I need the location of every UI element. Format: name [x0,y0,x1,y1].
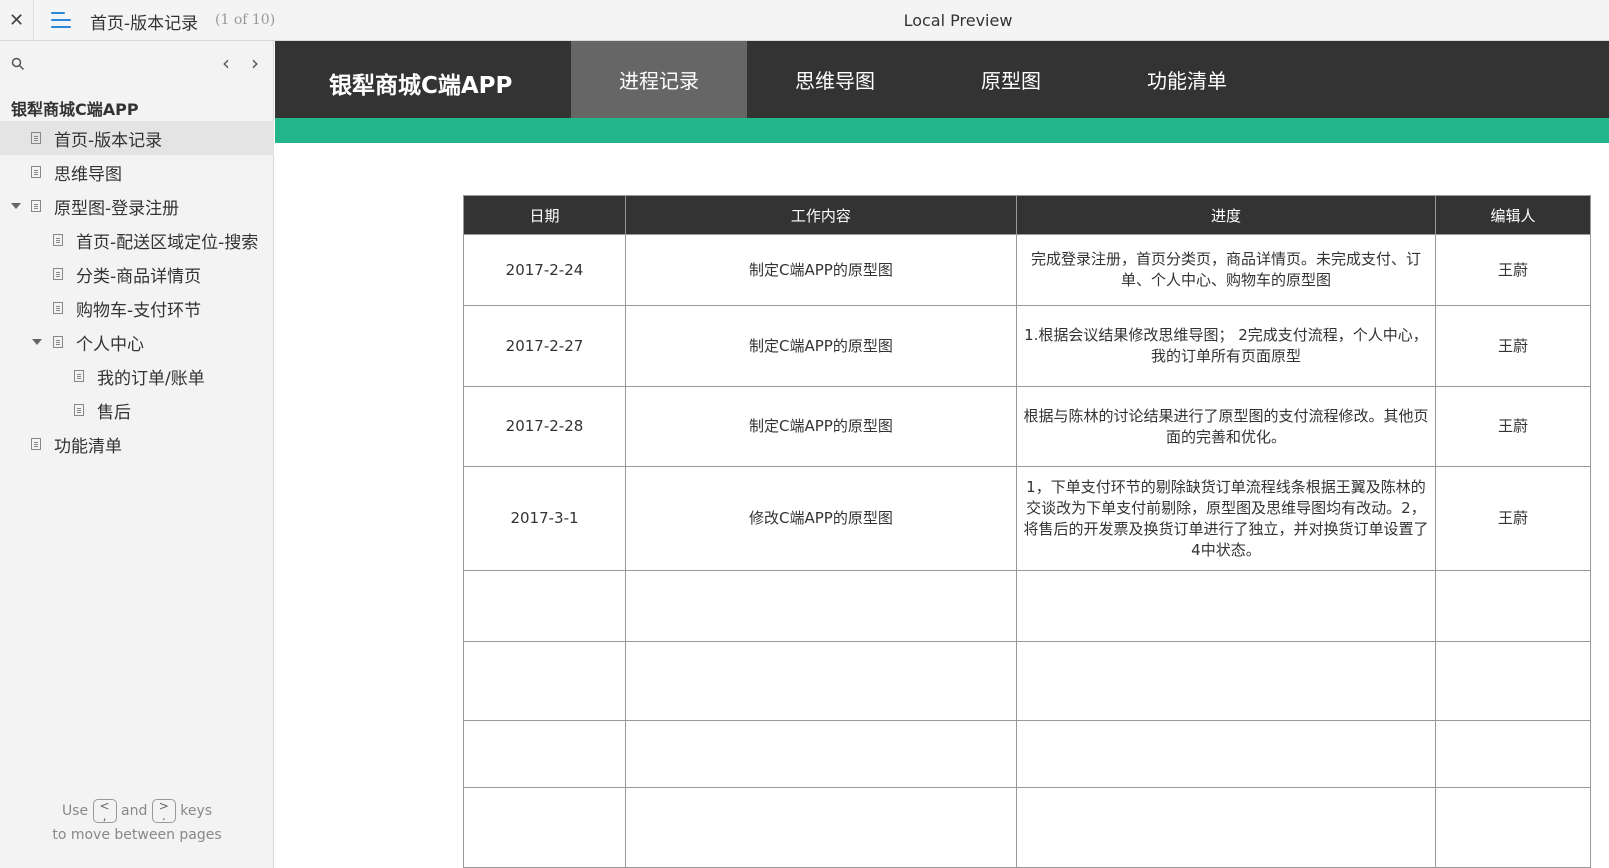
sidebar-item-after-sales[interactable]: 售后 [0,393,274,427]
column-header-date: 日期 [463,195,626,235]
page-count: (1 of 10) [215,12,276,28]
cell-progress: 1，下单支付环节的剔除缺货订单流程线条根据王翼及陈林的交谈改为下单支付前剔除，原… [1015,466,1437,571]
hint-text-line2: to move between pages [52,827,222,843]
cell-date: 2017-2-27 [463,305,626,387]
menu-icon[interactable] [48,9,74,31]
tab-progress-log[interactable]: 进程记录 [571,41,747,118]
records-table: 日期 工作内容 进度 编辑人 2017-2-24 制定C端APP的原型图 完成登… [463,195,1591,868]
chevron-left-icon: ‹ [222,51,230,75]
cell-work: 制定C端APP的原型图 [625,305,1017,387]
hint-text: Use [61,803,89,819]
accent-bar [275,118,1609,143]
sidebar-item-label: 首页-版本记录 [54,130,163,151]
sidebar-item-home-version[interactable]: 首页-版本记录 [0,121,274,155]
table-row-empty [463,641,1591,721]
main-content: 银犁商城C端APP 进程记录 思维导图 原型图 功能清单 日期 工作内容 进度 … [275,41,1609,868]
table-row-empty [463,787,1591,868]
page-title: 首页-版本记录 [90,14,199,34]
key-next: >. [151,799,176,823]
sidebar-item-feature-list[interactable]: 功能清单 [0,427,274,461]
search-icon[interactable] [11,57,25,71]
sidebar-item-my-orders[interactable]: 我的订单/账单 [0,359,274,393]
table-row-empty [463,570,1591,642]
sidebar-item-label: 功能清单 [54,436,122,457]
page-icon [53,268,63,280]
table-row: 2017-2-28 制定C端APP的原型图 根据与陈林的讨论结果进行了原型图的支… [463,386,1591,467]
sidebar-item-user-center[interactable]: 个人中心 [0,325,274,359]
sidebar-item-prototype-login[interactable]: 原型图-登录注册 [0,189,274,223]
app-brand: 银犁商城C端APP [329,73,513,99]
close-button[interactable]: ✕ [0,0,34,41]
page-icon [53,336,63,348]
chevron-right-icon: › [251,51,259,75]
sidebar-item-mindmap[interactable]: 思维导图 [0,155,274,189]
page-icon [31,166,41,178]
table-row: 2017-2-24 制定C端APP的原型图 完成登录注册，首页分类页，商品详情页… [463,234,1591,306]
sidebar-item-label: 分类-商品详情页 [76,266,202,287]
hint-text: keys [180,803,213,819]
key-prev: <, [92,799,117,823]
page-icon [53,302,63,314]
page-icon [31,200,41,212]
column-header-work: 工作内容 [625,195,1017,235]
sidebar-item-label: 原型图-登录注册 [54,198,180,219]
cell-progress: 根据与陈林的讨论结果进行了原型图的支付流程修改。其他页面的完善和优化。 [1015,386,1437,467]
cell-date: 2017-2-24 [463,234,626,306]
page-icon [31,132,41,144]
cell-work: 制定C端APP的原型图 [625,234,1017,306]
sidebar-item-label: 个人中心 [76,334,144,355]
cell-editor: 王蔚 [1435,466,1591,571]
keyboard-hint: Use <, and >. keys to move between pages [0,799,274,847]
sidebar-item-category-detail[interactable]: 分类-商品详情页 [0,257,274,291]
cell-date: 2017-2-28 [463,386,626,467]
sidebar-item-delivery-search[interactable]: 首页-配送区域定位-搜索 [0,223,274,257]
page-tree: 首页-版本记录 思维导图 原型图-登录注册 首页-配送区域定位-搜索 分类-商品… [0,121,274,461]
sidebar-item-label: 售后 [97,402,131,423]
next-page-button[interactable]: › [244,51,266,75]
cell-editor: 王蔚 [1435,305,1591,387]
page-icon [74,370,84,382]
preview-title: Local Preview [903,11,1013,30]
table-header-row: 日期 工作内容 进度 编辑人 [463,195,1591,235]
tab-feature-list[interactable]: 功能清单 [1099,41,1275,118]
column-header-editor: 编辑人 [1435,195,1591,235]
table-row: 2017-3-1 修改C端APP的原型图 1，下单支付环节的剔除缺货订单流程线条… [463,466,1591,571]
cell-editor: 王蔚 [1435,234,1591,306]
page-icon [31,438,41,450]
page-icon [53,234,63,246]
prev-page-button[interactable]: ‹ [215,51,237,75]
close-icon: ✕ [8,10,25,31]
sidebar-item-label: 我的订单/账单 [97,368,205,389]
expand-caret-icon[interactable] [11,203,21,209]
cell-progress: 1.根据会议结果修改思维导图； 2完成支付流程，个人中心，我的订单所有页面原型 [1015,305,1437,387]
tab-prototype[interactable]: 原型图 [923,41,1099,118]
top-bar: ✕ 首页-版本记录 (1 of 10) Local Preview [0,0,1609,41]
expand-caret-icon[interactable] [32,339,42,345]
cell-work: 制定C端APP的原型图 [625,386,1017,467]
app-header: 银犁商城C端APP 进程记录 思维导图 原型图 功能清单 [275,41,1609,118]
cell-date: 2017-3-1 [463,466,626,571]
cell-progress: 完成登录注册，首页分类页，商品详情页。未完成支付、订单、个人中心、购物车的原型图 [1015,234,1437,306]
sidebar-item-cart-payment[interactable]: 购物车-支付环节 [0,291,274,325]
sidebar-item-label: 购物车-支付环节 [76,300,202,321]
table-row-empty [463,720,1591,788]
sidebar-item-label: 首页-配送区域定位-搜索 [76,232,259,253]
sidebar: ‹ › 银犁商城C端APP 首页-版本记录 思维导图 原型图-登录注册 首页-配… [0,41,274,868]
cell-editor: 王蔚 [1435,386,1591,467]
table-row: 2017-2-27 制定C端APP的原型图 1.根据会议结果修改思维导图； 2完… [463,305,1591,387]
page-icon [74,404,84,416]
cell-work: 修改C端APP的原型图 [625,466,1017,571]
tab-mindmap[interactable]: 思维导图 [747,41,923,118]
project-title: 银犁商城C端APP [11,100,139,119]
hint-text: and [121,803,148,819]
column-header-progress: 进度 [1015,195,1437,235]
sidebar-item-label: 思维导图 [54,164,122,185]
